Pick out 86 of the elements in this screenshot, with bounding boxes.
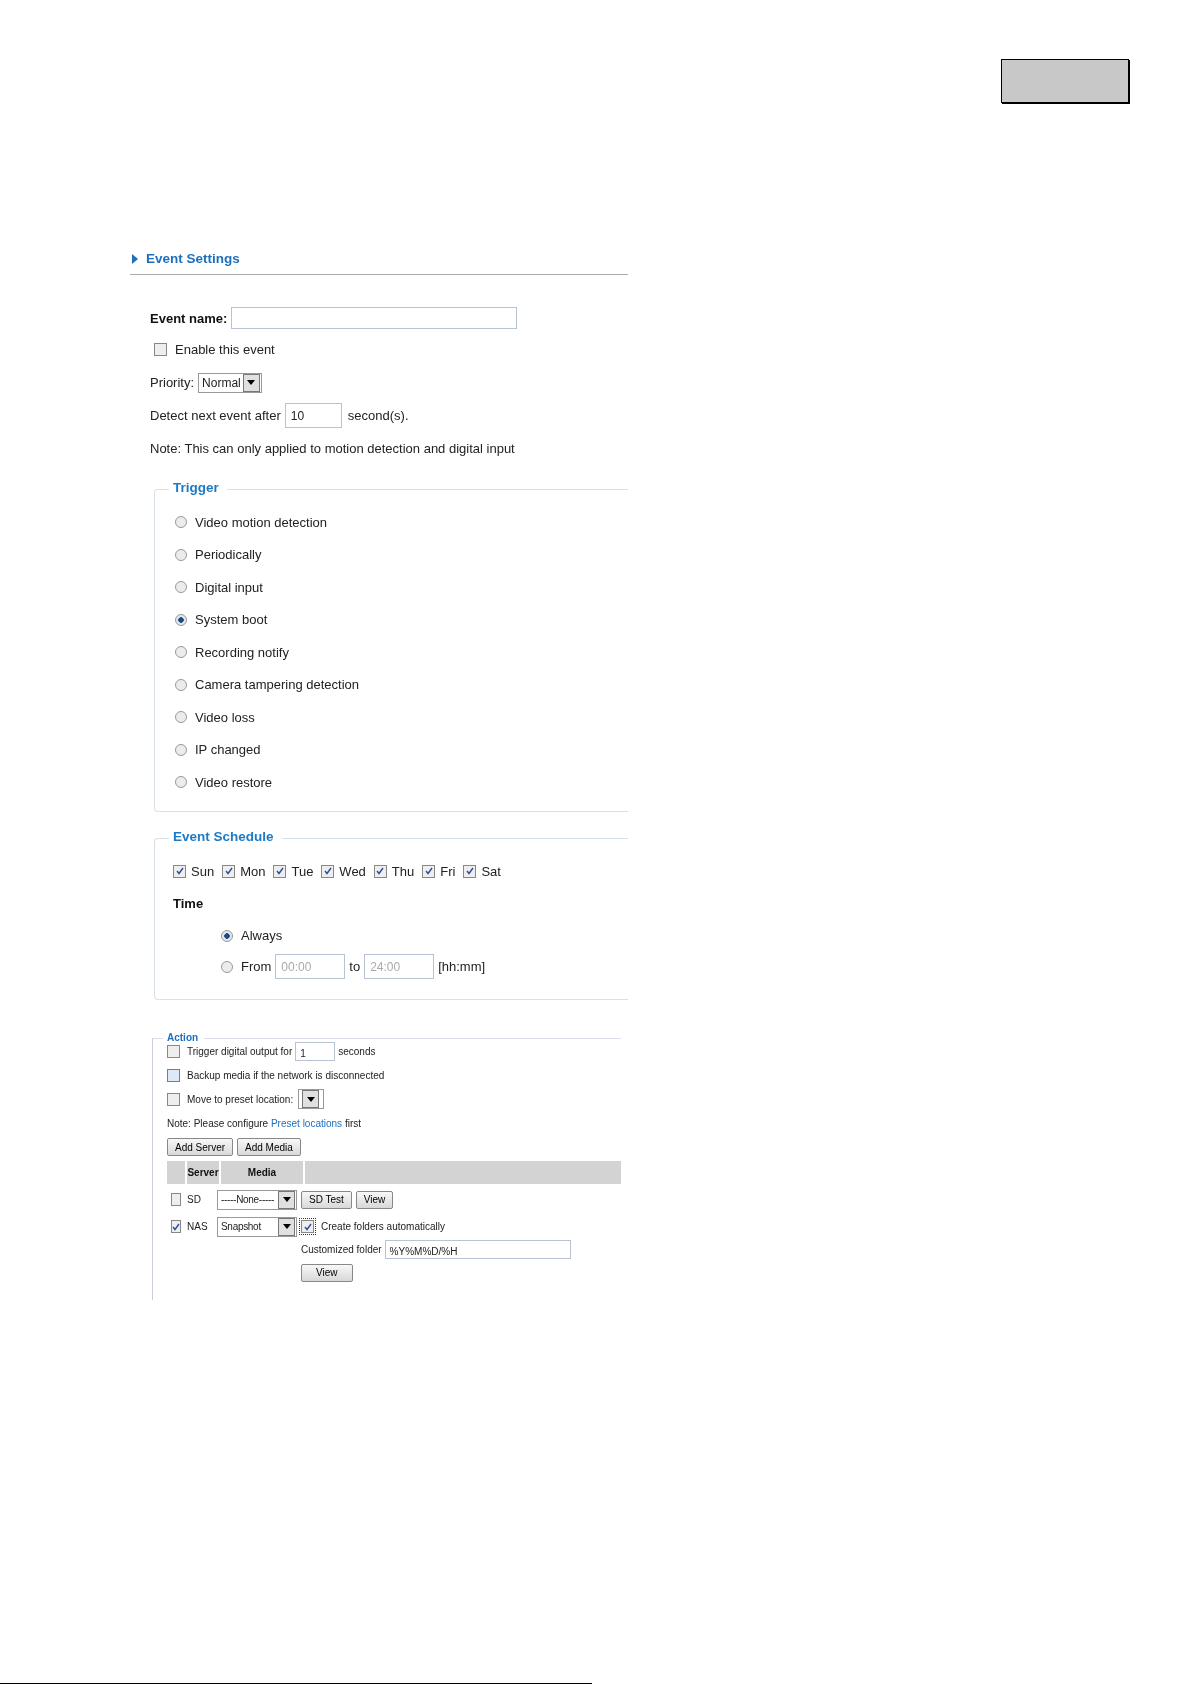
column-header: Media [221, 1161, 305, 1184]
media-dropdown[interactable]: Snapshot [217, 1216, 297, 1237]
dropdown-arrow-icon [247, 380, 256, 385]
day-label: Thu [391, 863, 415, 879]
trigger-radio[interactable] [175, 711, 187, 724]
customized-folder-label: Customized folder [301, 1244, 382, 1255]
trigger-option-label: Video restore [195, 774, 273, 790]
trigger-radio[interactable] [175, 548, 187, 561]
day-checkbox[interactable] [321, 864, 335, 878]
time-mode-label: From [241, 959, 272, 974]
media-dropdown[interactable]: -----None----- [217, 1189, 297, 1210]
server-name: NAS [187, 1221, 208, 1232]
trigger-option-label: Video motion detection [195, 514, 328, 530]
detect-next-field[interactable]: 10 [284, 403, 342, 428]
trigger-radio[interactable] [175, 516, 187, 529]
event-name-label: Event name: [150, 310, 228, 326]
trigger-option-label: IP changed [195, 742, 261, 758]
trigger-option-label: Recording notify [195, 644, 289, 660]
priority-label: Priority: [150, 375, 195, 390]
action-option-label: Backup media if the network is disconnected [187, 1069, 385, 1081]
duration-unit: seconds [338, 1045, 376, 1057]
server-checkbox[interactable] [171, 1220, 181, 1233]
time-mode-radio[interactable] [221, 960, 233, 973]
column-header: Server [187, 1161, 221, 1184]
dropdown-arrow-icon [306, 1096, 315, 1102]
enable-event-checkbox[interactable] [154, 343, 167, 356]
day-checkbox[interactable] [173, 864, 186, 878]
trigger-radio[interactable] [175, 581, 187, 594]
server-checkbox[interactable] [171, 1193, 181, 1206]
view-button[interactable]: View [301, 1263, 353, 1282]
sd-button[interactable]: View [355, 1190, 394, 1209]
action-option-label: Trigger digital output for [187, 1045, 293, 1057]
trigger-option-label: Camera tampering detection [195, 677, 360, 693]
day-checkbox[interactable] [273, 864, 287, 878]
trigger-option-label: Digital input [195, 579, 263, 595]
preset-note: Note: Please configure Preset locations first [167, 1117, 361, 1129]
time-label: Time [173, 896, 204, 911]
time-mode-radio[interactable] [221, 929, 233, 942]
enable-event-label: Enable this event [175, 342, 275, 357]
create-folders-label: Create folders automatically [321, 1221, 445, 1232]
add-button[interactable]: Add Media [237, 1138, 301, 1156]
action-checkbox[interactable] [167, 1044, 180, 1058]
trigger-radio[interactable] [175, 613, 187, 626]
day-label: Sat [481, 863, 501, 879]
detect-next-label: Detect next event after [150, 408, 281, 423]
preset-locations-link[interactable]: Preset locations [270, 1117, 343, 1129]
trigger-option-label: Periodically [195, 547, 262, 563]
to-label: to [349, 959, 361, 974]
trigger-radio[interactable] [175, 678, 187, 691]
time-format-label: [hh:mm] [438, 959, 486, 974]
server-name: SD [187, 1194, 201, 1205]
day-checkbox[interactable] [222, 864, 236, 878]
output-duration-field[interactable]: 1 [295, 1041, 336, 1061]
section-title: Event Settings [146, 251, 240, 266]
day-label: Mon [240, 863, 266, 879]
trigger-option-label: Video loss [195, 709, 255, 725]
trigger-radio[interactable] [175, 776, 187, 789]
day-label: Tue [291, 863, 314, 879]
expand-arrow-icon [132, 253, 138, 264]
dropdown-arrow-icon [282, 1197, 291, 1202]
customized-folder-field[interactable]: %Y%M%D/%H [384, 1240, 571, 1259]
note-text: Note: This can only applied to motion detection and digital input [150, 441, 515, 456]
priority-dropdown[interactable]: Normal [198, 372, 262, 393]
trigger-radio[interactable] [175, 646, 187, 659]
action-legend: Action [163, 1032, 205, 1043]
add-button[interactable]: Add Server [167, 1138, 234, 1156]
sd-button[interactable]: SD Test [301, 1190, 352, 1209]
day-checkbox[interactable] [422, 864, 436, 878]
detect-next-unit: second(s). [347, 408, 409, 423]
schedule-legend: Event Schedule [169, 829, 282, 844]
trigger-option-label: System boot [195, 612, 268, 628]
preset-dropdown[interactable] [298, 1089, 325, 1109]
action-option-label: Move to preset location: [187, 1093, 294, 1105]
dropdown-arrow-icon [282, 1224, 291, 1229]
day-checkbox[interactable] [373, 864, 387, 878]
event-name-field[interactable] [231, 307, 518, 329]
create-folders-checkbox[interactable] [301, 1220, 314, 1233]
day-label: Wed [339, 863, 366, 879]
time-mode-label: Always [241, 928, 283, 943]
day-label: Fri [440, 863, 456, 879]
day-label: Sun [191, 863, 215, 879]
day-checkbox[interactable] [463, 864, 477, 878]
trigger-legend: Trigger [169, 480, 227, 495]
trigger-radio[interactable] [175, 743, 187, 756]
action-checkbox[interactable] [167, 1068, 180, 1082]
action-checkbox[interactable] [167, 1092, 180, 1106]
